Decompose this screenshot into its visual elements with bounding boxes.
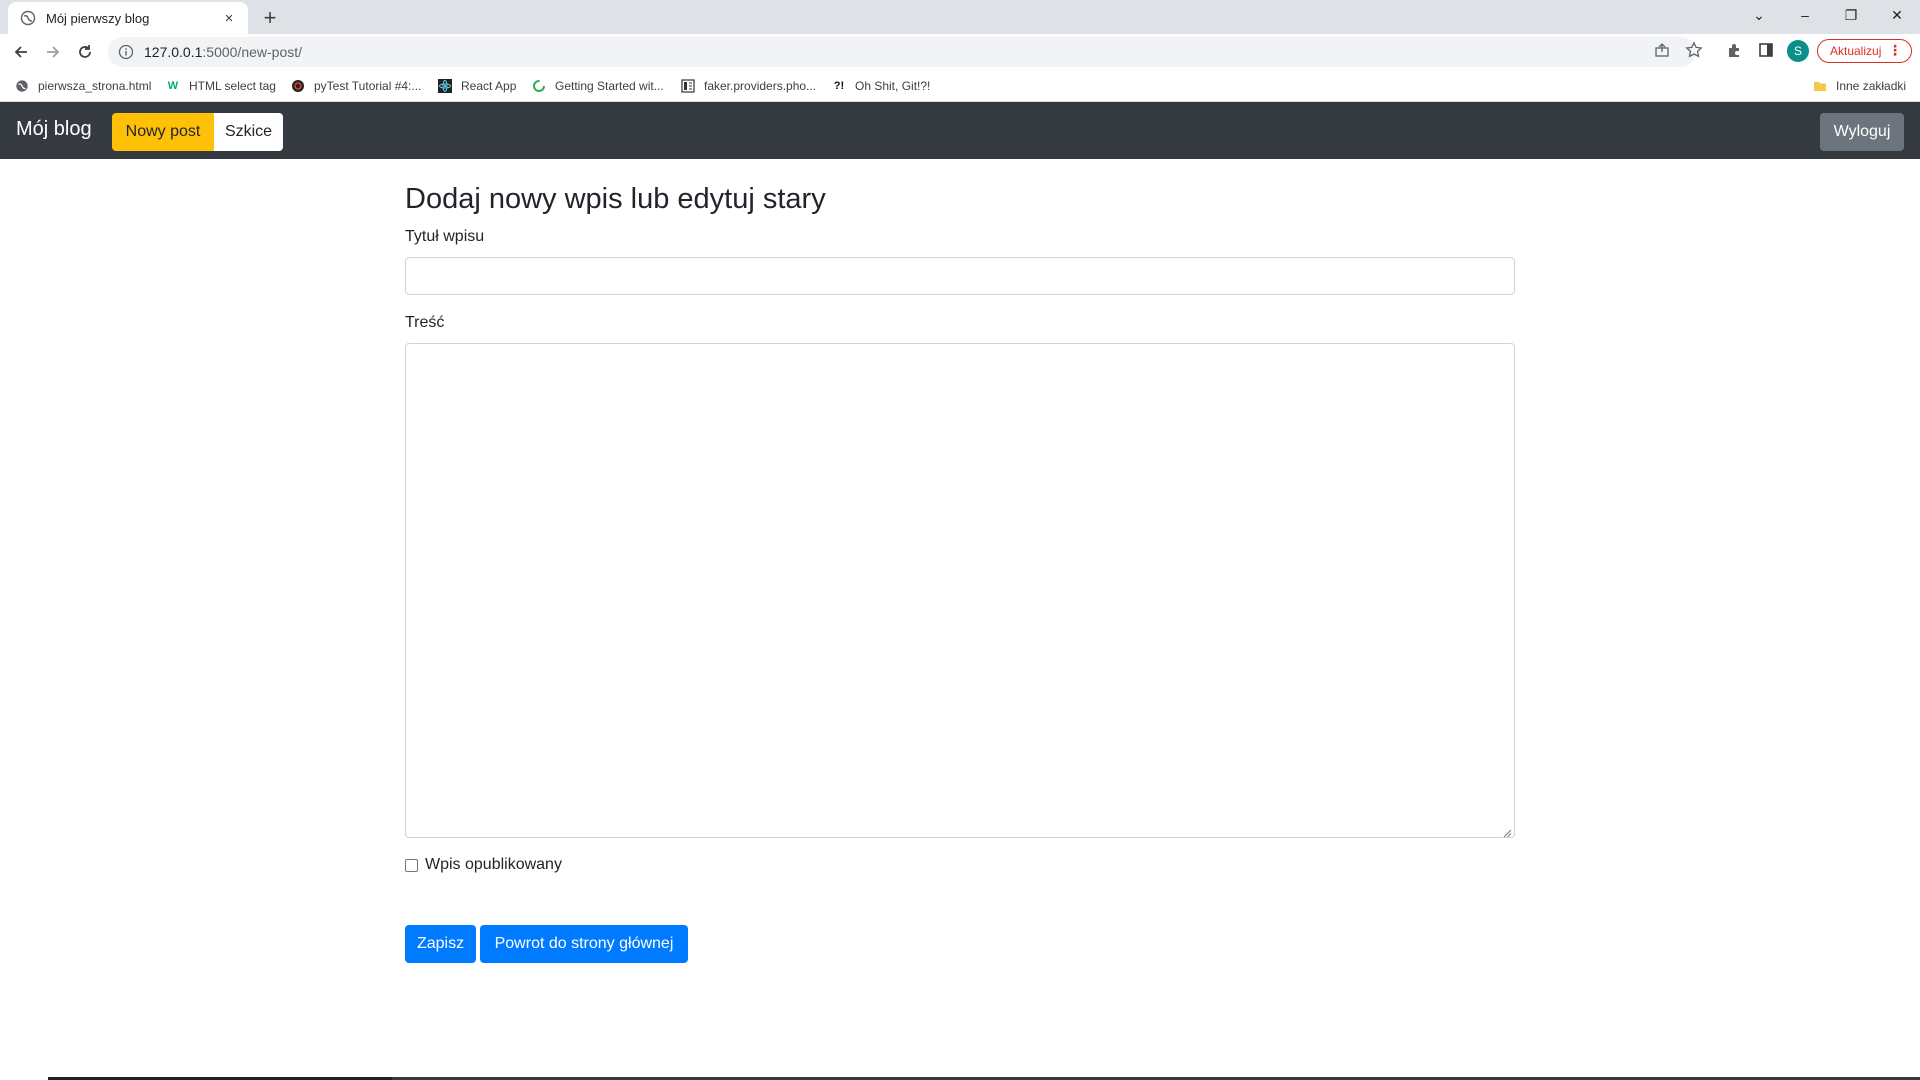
react-icon [437,78,453,94]
update-chrome-button[interactable]: Aktualizuj ⋮ [1817,39,1912,63]
other-bookmarks-folder[interactable]: Inne zakładki [1812,77,1906,95]
reload-icon[interactable] [73,40,97,64]
title-input[interactable] [405,257,1515,295]
close-window-button[interactable]: ✕ [1874,0,1920,30]
url-text: 127.0.0.1:5000/new-post/ [144,44,303,60]
extensions-icon[interactable] [1724,40,1744,60]
site-brand[interactable]: Mój blog [16,118,92,141]
restore-window-button[interactable]: ❐ [1828,0,1874,30]
globe-icon [14,78,30,94]
back-home-button[interactable]: Powrot do strony głównej [480,925,688,963]
close-tab-icon[interactable]: × [220,9,238,27]
folder-icon [1812,78,1828,94]
forward-arrow-icon[interactable] [41,40,65,64]
tab-search-icon[interactable]: ⌄ [1736,0,1782,30]
title-label: Tytuł wpisu [405,228,485,245]
bookmark-item[interactable]: W HTML select tag [165,77,276,95]
browser-tab-strip: Mój pierwszy blog × + ⌄ – ❐ ✕ [0,0,1920,34]
resize-handle-icon[interactable] [1502,825,1512,838]
w3-icon: W [167,80,179,92]
bookmark-item[interactable]: faker.providers.pho... [680,77,816,95]
site-navbar: Mój blog Nowy post Szkice Wyloguj [0,102,1920,159]
body-textarea[interactable] [405,343,1515,838]
body-label: Treść [405,314,445,331]
back-arrow-icon[interactable] [9,40,33,64]
address-bar[interactable]: 127.0.0.1:5000/new-post/ [108,37,1696,67]
logout-button[interactable]: Wyloguj [1820,113,1904,151]
share-icon[interactable] [1652,40,1672,60]
ohshit-icon: ?! [833,80,845,92]
bookmark-item[interactable]: React App [437,77,516,95]
tab-title: Mój pierwszy blog [46,10,150,26]
page-title: Dodaj nowy wpis lub edytuj stary [405,183,826,215]
bookmark-item[interactable]: ?! Oh Shit, Git!?! [831,77,931,95]
quora-icon [290,78,306,94]
bookmark-star-icon[interactable] [1684,40,1704,60]
drafts-button[interactable]: Szkice [214,113,283,151]
bookmark-item[interactable]: pyTest Tutorial #4:... [290,77,421,95]
globe-icon [20,10,36,26]
published-label[interactable]: Wpis opublikowany [425,856,562,874]
chrome-menu-icon[interactable]: ⋮ [1888,42,1902,59]
published-checkbox[interactable] [405,858,418,872]
spinner-icon [531,78,547,94]
minimize-window-button[interactable]: – [1782,0,1828,30]
new-tab-button[interactable]: + [258,5,282,30]
site-info-icon[interactable] [118,44,134,60]
browser-toolbar: 127.0.0.1:5000/new-post/ [0,34,1920,70]
new-post-button[interactable]: Nowy post [112,113,214,151]
side-panel-icon[interactable] [1756,40,1776,60]
bookmarks-bar: pierwsza_strona.html W HTML select tag p… [0,70,1920,102]
bookmark-item[interactable]: pierwsza_strona.html [14,77,151,95]
bookmark-item[interactable]: Getting Started wit... [531,77,664,95]
doc-icon [680,78,696,94]
profile-avatar[interactable]: S [1787,40,1809,62]
browser-tab[interactable]: Mój pierwszy blog × [8,2,248,34]
update-label: Aktualizuj [1830,44,1882,58]
published-checkbox-row[interactable]: Wpis opublikowany [405,856,562,874]
save-button[interactable]: Zapisz [405,925,476,963]
